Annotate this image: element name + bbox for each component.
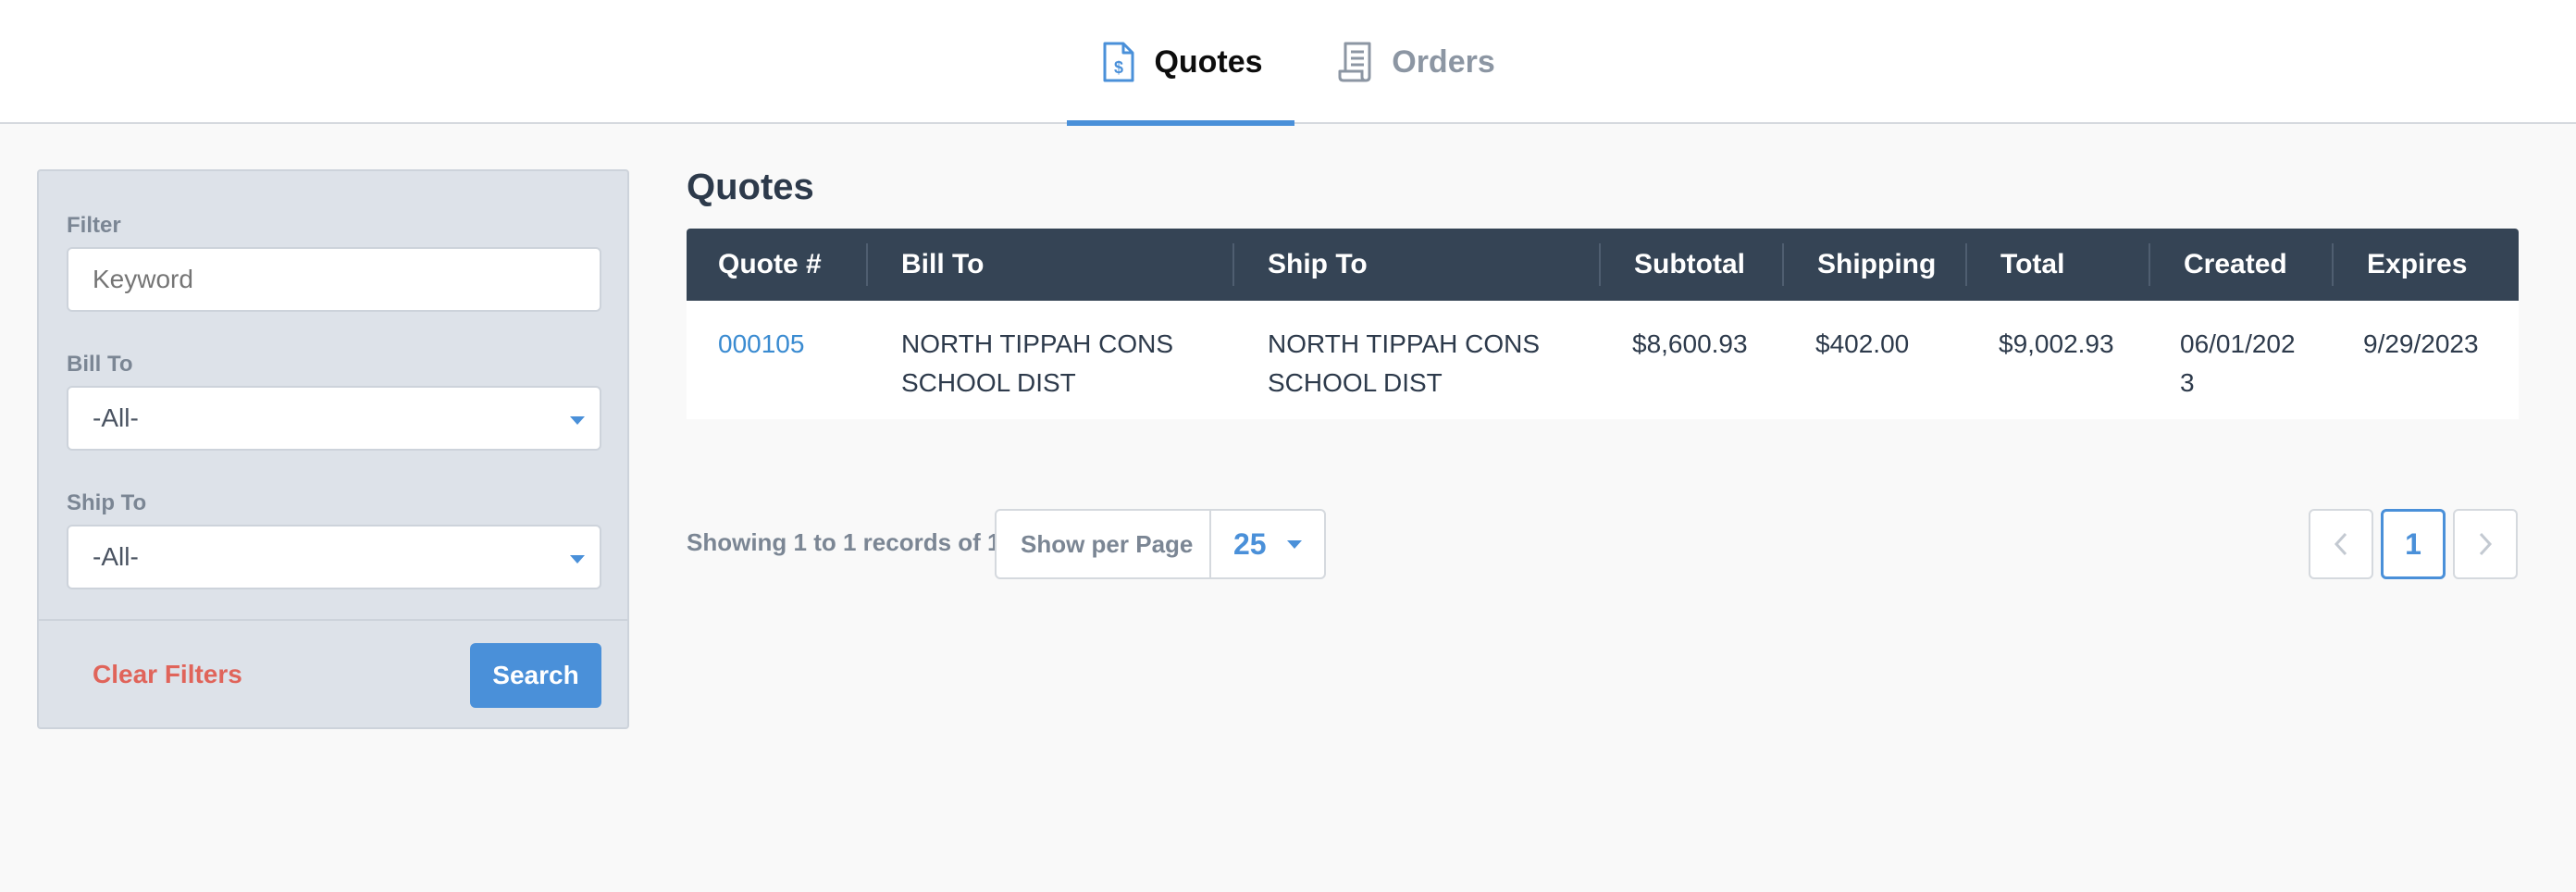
- column-separator: [866, 243, 868, 286]
- column-header-quote-no[interactable]: Quote #: [718, 229, 822, 301]
- chevron-down-icon: [1287, 540, 1302, 549]
- ship-to-line: NORTH TIPPAH CONS: [1268, 329, 1541, 358]
- column-separator: [1782, 243, 1784, 286]
- column-separator: [2149, 243, 2150, 286]
- per-page-select[interactable]: Show per Page 25: [995, 509, 1326, 579]
- next-page-button[interactable]: [2453, 509, 2518, 579]
- column-header-created[interactable]: Created: [2184, 229, 2287, 301]
- expires-cell: 9/29/2023: [2363, 329, 2479, 358]
- page-button-current[interactable]: 1: [2381, 509, 2446, 579]
- ship-to-select[interactable]: -All-: [67, 525, 601, 589]
- column-separator: [1599, 243, 1601, 286]
- tab-orders[interactable]: Orders: [1323, 0, 1508, 124]
- active-tab-indicator: [1067, 120, 1294, 126]
- bill-to-cell: NORTH TIPPAH CONS SCHOOL DIST: [901, 325, 1173, 403]
- table-row: 000105 NORTH TIPPAH CONS SCHOOL DIST NOR…: [687, 301, 2519, 419]
- column-separator: [1965, 243, 1967, 286]
- search-button[interactable]: Search: [470, 643, 601, 708]
- page-title: Quotes: [687, 167, 814, 207]
- ship-to-value: -All-: [93, 542, 139, 571]
- subtotal-cell: $8,600.93: [1632, 329, 1748, 358]
- bill-to-line: SCHOOL DIST: [901, 368, 1076, 397]
- column-header-expires[interactable]: Expires: [2367, 229, 2467, 301]
- chevron-right-icon: [2479, 532, 2493, 556]
- quotes-table: Quote # Bill To Ship To Subtotal Shippin…: [687, 229, 2519, 419]
- table-header: Quote # Bill To Ship To Subtotal Shippin…: [687, 229, 2519, 301]
- column-header-bill-to[interactable]: Bill To: [901, 229, 984, 301]
- ship-to-line: SCHOOL DIST: [1268, 368, 1443, 397]
- receipt-icon: [1336, 41, 1375, 83]
- bill-to-line: NORTH TIPPAH CONS: [901, 329, 1174, 358]
- created-line: 06/01/202: [2180, 329, 2296, 358]
- column-header-shipping[interactable]: Shipping: [1817, 229, 1936, 301]
- created-cell: 06/01/202 3: [2180, 325, 2296, 403]
- tab-quotes-label: Quotes: [1154, 43, 1263, 80]
- keyword-input[interactable]: [67, 247, 601, 312]
- shipping-cell: $402.00: [1815, 329, 1910, 358]
- quote-number-link[interactable]: 000105: [718, 325, 804, 364]
- tab-quotes[interactable]: $ Quotes: [1067, 0, 1294, 126]
- filter-panel: Filter Bill To -All- Ship To -All- Clear…: [37, 169, 629, 729]
- filter-label: Filter: [67, 213, 121, 238]
- column-separator: [2332, 243, 2334, 286]
- bill-to-value: -All-: [93, 403, 139, 432]
- chevron-down-icon: [570, 555, 585, 564]
- column-header-subtotal[interactable]: Subtotal: [1634, 229, 1745, 301]
- column-header-ship-to[interactable]: Ship To: [1268, 229, 1368, 301]
- bill-to-select[interactable]: -All-: [67, 386, 601, 451]
- total-cell: $9,002.93: [1999, 329, 2114, 358]
- tab-orders-label: Orders: [1392, 43, 1495, 80]
- per-page-label: Show per Page: [1021, 529, 1194, 558]
- chevron-down-icon: [570, 416, 585, 425]
- clear-filters-button[interactable]: Clear Filters: [93, 660, 242, 689]
- divider: [39, 619, 627, 621]
- bill-to-label: Bill To: [67, 352, 133, 377]
- document-dollar-icon: $: [1098, 41, 1137, 83]
- previous-page-button[interactable]: [2309, 509, 2373, 579]
- column-separator: [1232, 243, 1234, 286]
- created-line: 3: [2180, 368, 2195, 397]
- ship-to-cell: NORTH TIPPAH CONS SCHOOL DIST: [1268, 325, 1540, 403]
- divider: [1209, 511, 1211, 577]
- svg-text:$: $: [1114, 58, 1123, 77]
- column-header-total[interactable]: Total: [2000, 229, 2064, 301]
- top-navigation: $ Quotes Orders: [0, 0, 2576, 126]
- chevron-left-icon: [2334, 532, 2347, 556]
- records-summary: Showing 1 to 1 records of 1: [687, 528, 1001, 556]
- ship-to-label: Ship To: [67, 490, 147, 515]
- per-page-value: 25: [1233, 527, 1267, 561]
